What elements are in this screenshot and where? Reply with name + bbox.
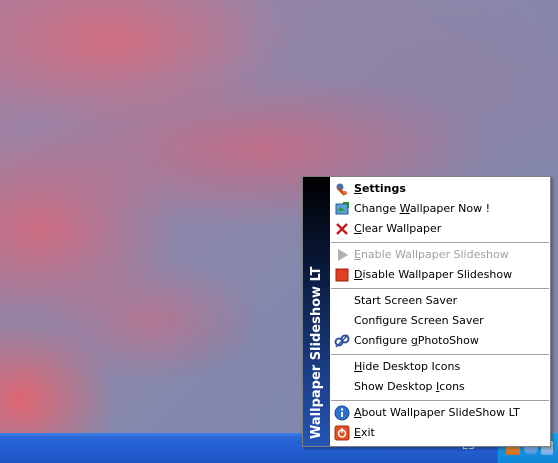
menu-item-configure-gphotoshow[interactable]: Configure gPhotoShow: [331, 331, 549, 351]
menu-item-label: Settings: [354, 182, 406, 195]
wrench-icon: [334, 181, 350, 197]
menu-sidebar-title: Wallpaper Slideshow LT: [309, 266, 324, 439]
menu-item-label: Disable Wallpaper Slideshow: [354, 268, 513, 281]
menu-item-configure-screen-saver[interactable]: Configure Screen Saver: [331, 311, 549, 331]
menu-item-enable-slideshow[interactable]: Enable Wallpaper Slideshow: [331, 245, 549, 265]
context-menu: Wallpaper Slideshow LT Settings Change W…: [302, 176, 551, 447]
menu-item-label: Hide Desktop Icons: [354, 360, 461, 373]
menu-item-change-wallpaper[interactable]: Change Wallpaper Now !: [331, 199, 549, 219]
menu-separator: [331, 354, 549, 356]
menu-item-label: Start Screen Saver: [354, 294, 458, 307]
menu-sidebar: Wallpaper Slideshow LT: [303, 177, 330, 446]
exit-icon: [334, 425, 350, 441]
menu-item-start-screen-saver[interactable]: Start Screen Saver: [331, 291, 549, 311]
menu-item-label: Exit: [354, 426, 375, 439]
menu-item-label: About Wallpaper SlideShow LT: [354, 406, 520, 419]
menu-item-label: Change Wallpaper Now !: [354, 202, 491, 215]
stop-icon: [334, 267, 350, 283]
menu-item-about[interactable]: About Wallpaper SlideShow LT: [331, 403, 549, 423]
menu-item-disable-slideshow[interactable]: Disable Wallpaper Slideshow: [331, 265, 549, 285]
menu-item-settings[interactable]: Settings: [331, 179, 549, 199]
menu-item-label: Configure gPhotoShow: [354, 334, 479, 347]
change-wallpaper-icon: [334, 201, 350, 217]
gphotoshow-icon: [334, 333, 350, 349]
menu-item-label: Configure Screen Saver: [354, 314, 484, 327]
menu-separator: [331, 400, 549, 402]
menu-item-hide-desktop-icons[interactable]: Hide Desktop Icons: [331, 357, 549, 377]
menu-separator: [331, 242, 549, 244]
menu-item-show-desktop-icons[interactable]: Show Desktop Icons: [331, 377, 549, 397]
menu-item-clear-wallpaper[interactable]: Clear Wallpaper: [331, 219, 549, 239]
info-icon: [334, 405, 350, 421]
menu-item-exit[interactable]: Exit: [331, 423, 549, 443]
menu-item-label: Clear Wallpaper: [354, 222, 442, 235]
play-icon: [334, 247, 350, 263]
menu-item-label: Enable Wallpaper Slideshow: [354, 248, 509, 261]
red-x-icon: [334, 221, 350, 237]
menu-item-label: Show Desktop Icons: [354, 380, 465, 393]
menu-separator: [331, 288, 549, 290]
